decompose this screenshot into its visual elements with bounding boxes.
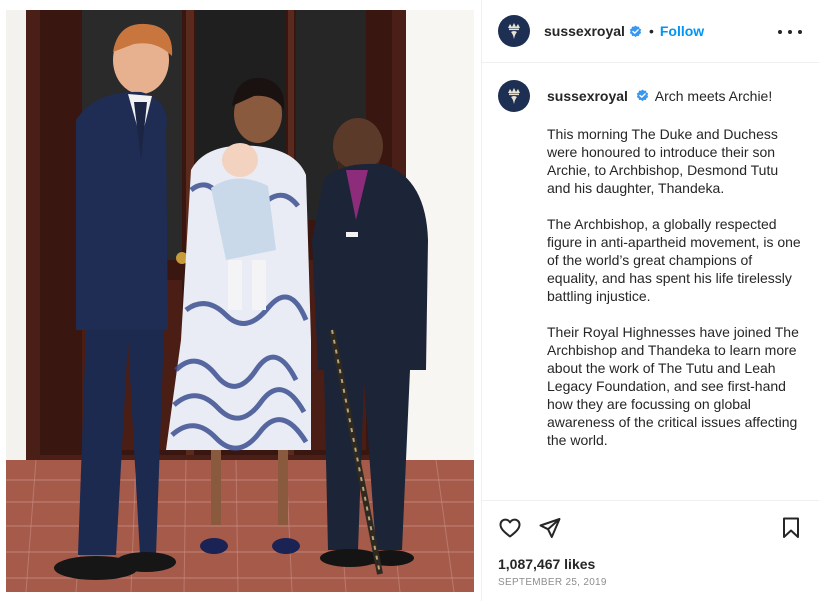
caption-title: Arch meets Archie! [654, 88, 773, 104]
share-button[interactable] [538, 516, 562, 540]
caption-first-line: sussexroyal Arch meets Archie! [547, 87, 802, 105]
post-header: sussexroyal • Follow [482, 0, 819, 63]
more-options-button[interactable] [778, 22, 802, 42]
royal-crest-icon [508, 23, 520, 39]
likes-count[interactable]: 1,087,467 likes [498, 556, 595, 572]
caption-body: sussexroyal Arch meets Archie! This morn… [547, 80, 802, 449]
caption-paragraph: This morning The Duke and Duchess were h… [547, 126, 779, 196]
post-side-panel: sussexroyal • Follow sussexroyal Arch me… [481, 0, 819, 601]
heart-icon [499, 518, 521, 538]
save-button[interactable] [779, 516, 803, 540]
royal-crest-icon [508, 88, 520, 104]
more-options-icon [778, 30, 782, 34]
header-username[interactable]: sussexroyal [544, 23, 625, 39]
post-photo[interactable] [6, 10, 474, 592]
caption-row: sussexroyal Arch meets Archie! This morn… [498, 80, 804, 449]
caption-section[interactable]: sussexroyal Arch meets Archie! This morn… [482, 64, 819, 500]
profile-avatar[interactable] [498, 15, 530, 47]
instagram-post: sussexroyal • Follow sussexroyal Arch me… [0, 0, 819, 601]
caption-paragraph: Their Royal Highnesses have joined The A… [547, 324, 799, 448]
caption-avatar[interactable] [498, 80, 530, 112]
header-separator: • [648, 23, 654, 39]
more-options-icon [788, 30, 792, 34]
verified-badge-icon [636, 89, 649, 102]
more-options-icon [798, 30, 802, 34]
bookmark-icon [783, 517, 799, 538]
paper-plane-icon [539, 518, 561, 538]
caption-paragraph: The Archbishop, a globally respected fig… [547, 216, 801, 304]
photo-illustration [6, 10, 474, 592]
like-button[interactable] [498, 516, 522, 540]
verified-badge-icon [629, 24, 642, 37]
follow-button[interactable]: Follow [660, 23, 704, 39]
caption-username[interactable]: sussexroyal [547, 88, 628, 104]
post-date[interactable]: September 25, 2019 [498, 577, 607, 588]
post-actions: 1,087,467 likes September 25, 2019 [482, 500, 819, 601]
